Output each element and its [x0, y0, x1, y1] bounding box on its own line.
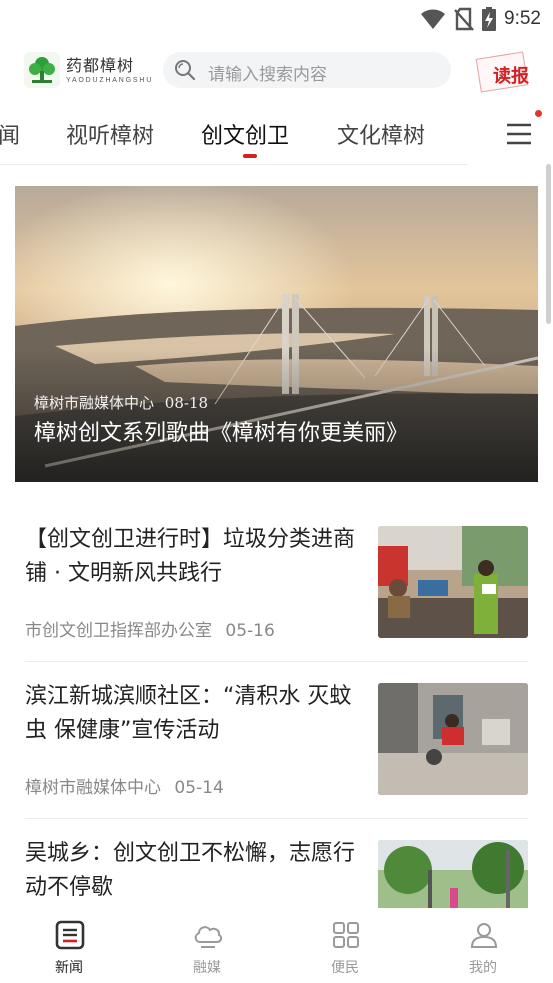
nav-news-label: 新闻: [55, 960, 83, 976]
news-meta: 樟树市融媒体中心 05-14: [25, 773, 224, 798]
tab-news-partial[interactable]: 闻: [0, 118, 20, 150]
hero-meta: 樟树市融媒体中心 08-18: [34, 392, 208, 413]
divider: [25, 818, 528, 819]
news-date: 05-14: [174, 778, 224, 798]
news-list-item[interactable]: 吴城乡：创文创卫不松懈，志愿行动不停歇: [0, 834, 553, 908]
category-tabs: 闻 视听樟树 创文创卫 文化樟树: [0, 104, 468, 165]
notification-dot: [535, 110, 542, 117]
status-bar: 9:52: [0, 0, 553, 40]
news-icon: [55, 920, 85, 950]
cloud-icon: [194, 926, 223, 948]
news-thumbnail: [378, 526, 528, 638]
logo-subtitle: YAODUZHANGSHU: [66, 77, 154, 84]
read-newspaper-button[interactable]: 读报: [474, 51, 536, 93]
hero-source: 樟树市融媒体中心: [34, 394, 155, 412]
hero-date: 08-18: [164, 394, 209, 412]
nav-media[interactable]: 融媒: [138, 908, 276, 983]
search-placeholder: 请输入搜索内容: [208, 65, 327, 85]
news-title: 滨江新城滨顺社区：“清积水 灭蚊虫 保健康”宣传活动: [25, 684, 352, 743]
news-list-item[interactable]: 【创文创卫进行时】垃圾分类进商铺 · 文明新风共践行 市创文创卫指挥部办公室 0…: [0, 520, 553, 650]
news-title: 吴城乡：创文创卫不松懈，志愿行动不停歇: [25, 841, 356, 900]
app-logo-icon[interactable]: [24, 52, 60, 88]
tab-video[interactable]: 视听樟树: [66, 118, 154, 150]
news-title: 【创文创卫进行时】垃圾分类进商铺 · 文明新风共践行: [25, 527, 356, 586]
search-icon: [175, 60, 196, 81]
battery-charging-icon: [482, 7, 497, 31]
nav-news[interactable]: 新闻: [0, 908, 138, 983]
news-thumbnail: [378, 840, 528, 908]
hero-title: 樟树创文系列歌曲《樟树有你更美丽》: [34, 421, 409, 446]
news-source: 樟树市融媒体中心: [25, 778, 161, 798]
read-newspaper-label: 读报: [493, 66, 529, 87]
user-icon: [470, 923, 498, 948]
news-source: 市创文创卫指挥部办公室: [25, 621, 212, 641]
search-input[interactable]: 请输入搜索内容: [163, 52, 451, 88]
nav-services[interactable]: 便民: [276, 908, 414, 983]
logo-title: 药都樟树: [66, 56, 135, 75]
news-meta: 市创文创卫指挥部办公室 05-16: [25, 616, 275, 641]
divider: [25, 661, 528, 662]
app-header: 药都樟树 YAODUZHANGSHU 请输入搜索内容 读报: [0, 40, 553, 98]
bottom-nav: 新闻 融媒 便民 我的: [0, 908, 553, 983]
news-thumbnail: [378, 683, 528, 795]
wifi-icon: [421, 9, 446, 29]
nav-profile-label: 我的: [469, 960, 497, 976]
tab-culture[interactable]: 文化樟树: [337, 118, 425, 150]
nav-services-label: 便民: [331, 960, 359, 976]
news-list-item[interactable]: 滨江新城滨顺社区：“清积水 灭蚊虫 保健康”宣传活动 樟树市融媒体中心 05-1…: [0, 677, 553, 807]
app-logo-text: 药都樟树 YAODUZHANGSHU: [66, 52, 153, 84]
grid-icon: [333, 922, 359, 948]
hero-card[interactable]: 樟树市融媒体中心 08-18 樟树创文系列歌曲《樟树有你更美丽》: [15, 186, 538, 482]
scrollbar[interactable]: [546, 164, 551, 324]
nav-media-label: 融媒: [193, 960, 221, 976]
active-tab-indicator: [243, 154, 257, 158]
menu-icon: [507, 123, 531, 145]
no-sim-icon: [454, 7, 474, 31]
nav-profile[interactable]: 我的: [414, 908, 552, 983]
news-date: 05-16: [225, 621, 275, 641]
status-time: 9:52: [504, 8, 541, 29]
tab-menu-button[interactable]: [497, 112, 543, 156]
tab-civilization[interactable]: 创文创卫: [201, 118, 289, 150]
